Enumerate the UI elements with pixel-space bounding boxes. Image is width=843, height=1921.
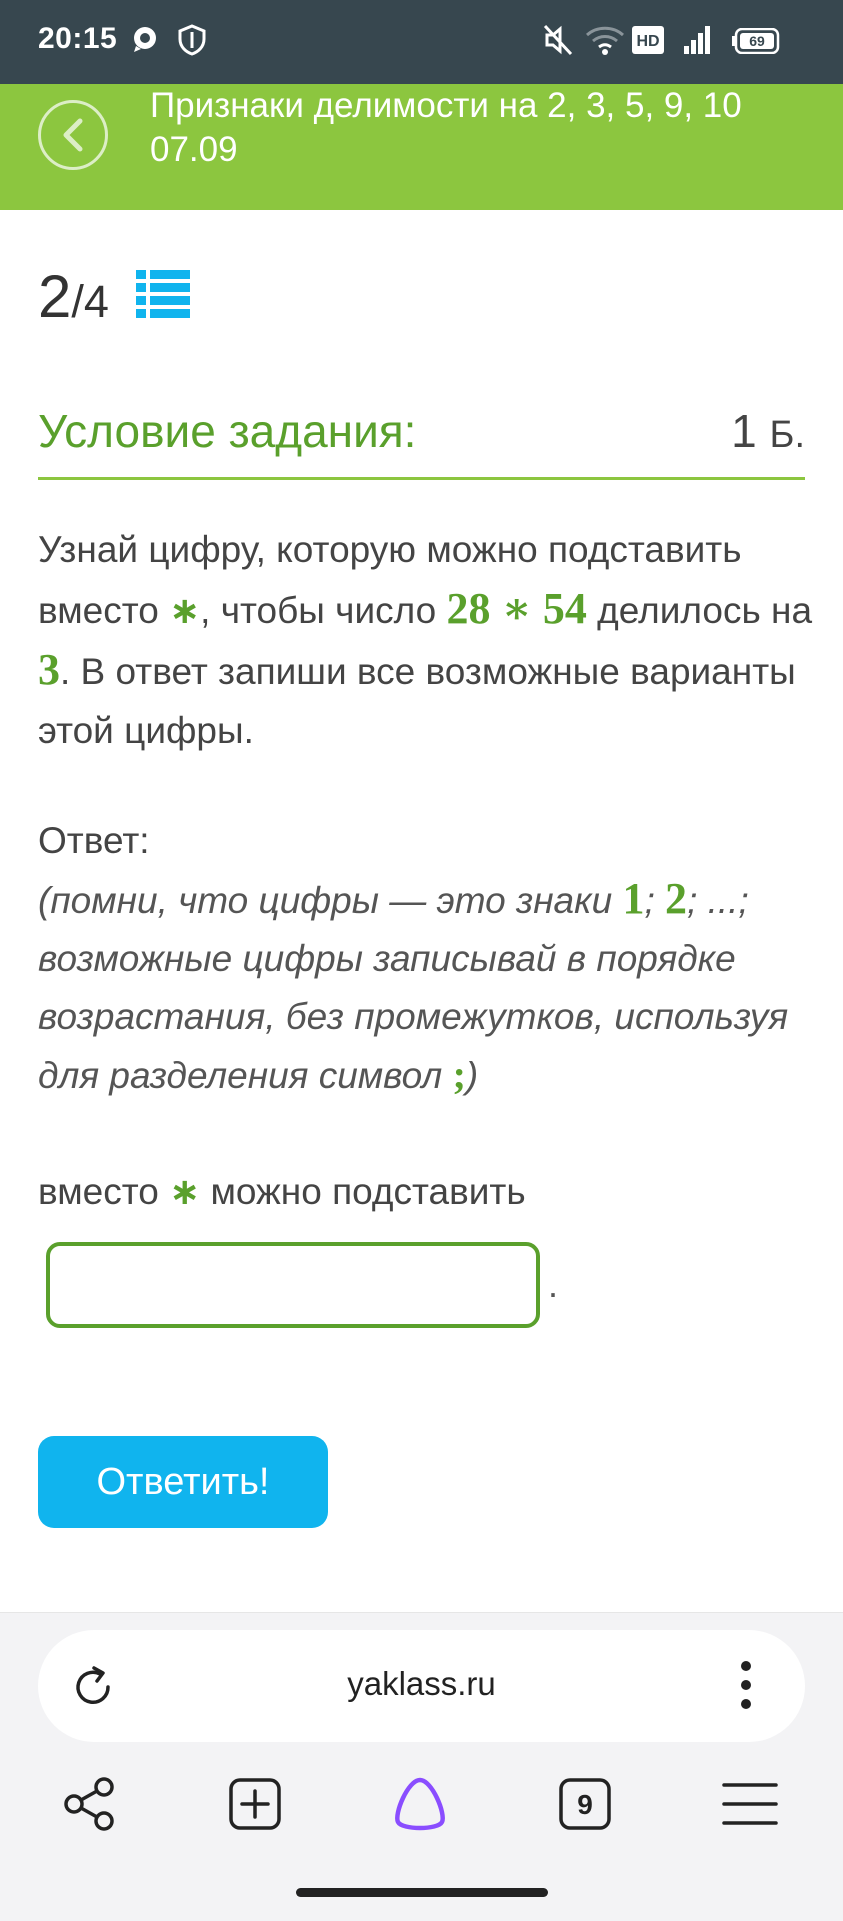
hd-label: HD [636,33,659,50]
url-text[interactable]: yaklass.ru [0,1665,843,1703]
answer-hint: (помни, что цифры — это знаки 1; 2; ...;… [38,870,818,1105]
hint-digit: 1 [622,874,645,923]
task-condition-title: Условие задания: [38,405,417,457]
task-list-button[interactable] [136,270,190,325]
tabs-button[interactable]: 9 [558,1777,612,1836]
more-vertical-icon [741,1661,751,1709]
browser-menu-button[interactable] [740,1660,752,1715]
new-tab-icon [229,1778,281,1830]
task-text-part: , чтобы число [200,590,447,631]
points-unit: Б. [769,414,806,456]
share-button[interactable] [62,1777,116,1836]
fill-text-part: можно подставить [200,1171,526,1212]
task-number: 28 ∗ 54 [446,584,587,633]
points-value: 1 [731,405,757,457]
shield-icon [178,24,206,61]
input-suffix: . [548,1264,559,1305]
chevron-left-icon [63,118,83,152]
task-progress: 2/4 [38,262,109,331]
task-divisor: 3 [38,645,60,694]
task-points: 1 Б. [731,404,805,458]
hint-text-part: ) [465,1055,479,1096]
wifi-icon [585,24,625,61]
task-text-part: . В ответ запиши все возможные варианты … [38,651,796,751]
new-tab-button[interactable] [228,1777,282,1836]
page-title: Признаки делимости на 2, 3, 5, 9, 10 07.… [150,84,742,172]
submit-button[interactable]: Ответить! [38,1436,328,1528]
task-statement: Узнай цифру, которую можно подставить вм… [38,520,818,760]
page-title-line2: 07.09 [150,130,238,169]
hint-text-part: (помни, что цифры — это знаки [38,880,623,921]
progress-current: 2 [38,263,72,330]
mute-icon [543,24,573,61]
signal-icon [682,24,712,61]
progress-total: 4 [83,276,109,327]
status-time: 20:15 [38,22,118,55]
page-header: Признаки делимости на 2, 3, 5, 9, 10 07.… [0,84,843,210]
progress-separator: / [71,276,84,327]
fill-text-part: вместо [38,1171,170,1212]
tabs-icon: 9 [559,1778,611,1830]
hint-text-part: ; [644,880,666,921]
share-icon [64,1777,114,1831]
fill-asterisk: ∗ [169,1170,201,1213]
browser-hamburger-button[interactable] [722,1781,778,1832]
answer-label: Ответ: [38,820,150,861]
battery-level: 69 [749,33,765,49]
fill-prompt: вместо ∗ можно подставить [38,1163,526,1221]
chat-bubble-icon [130,24,160,59]
hamburger-menu-icon [722,1783,778,1825]
alice-button[interactable] [390,1774,450,1839]
task-asterisk: ∗ [169,589,201,632]
status-bar: 20:15 HD 69 [0,0,843,84]
hint-symbol: ; [452,1052,466,1097]
task-divider [38,477,805,480]
home-indicator[interactable] [296,1888,548,1897]
battery-icon: 69 [732,27,780,59]
page-title-line1: Признаки делимости на 2, 3, 5, 9, 10 [150,86,742,125]
hd-icon: HD [632,26,664,59]
back-button[interactable] [38,100,108,170]
tab-count: 9 [577,1789,593,1820]
hint-digit: 2 [665,874,688,923]
alice-icon [395,1777,445,1831]
list-icon [136,270,190,318]
answer-input[interactable] [46,1242,540,1328]
task-text-part: делилось на [586,590,813,631]
